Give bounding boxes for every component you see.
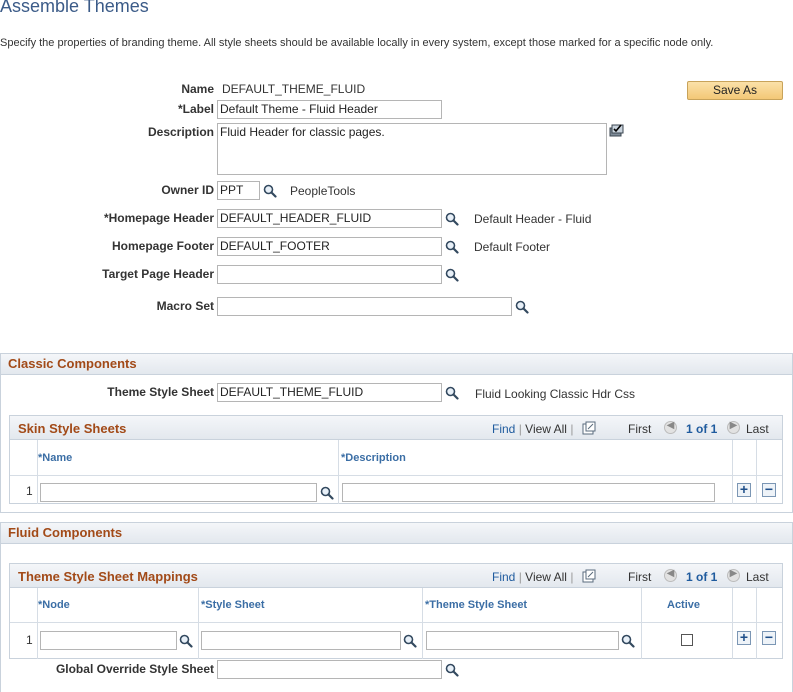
skin-col-description: *Description [341,452,406,464]
mappings-row-range: 1 of 1 [686,570,718,584]
homepage-header-input[interactable]: DEFAULT_HEADER_FLUID [217,209,442,228]
mappings-grid-header: Theme Style Sheet Mappings Find | View A… [10,564,782,588]
global-override-label: Global Override Style Sheet [55,662,214,676]
description-label: Description [147,125,214,139]
owner-id-description: PeopleTools [290,184,356,198]
name-value: DEFAULT_THEME_FLUID [222,82,366,96]
spell-check-icon[interactable] [608,122,624,138]
mappings-grid-title: Theme Style Sheet Mappings [18,569,198,584]
owner-id-input[interactable]: PPT [217,181,260,200]
mappings-view-all-link[interactable]: View All [525,570,567,584]
skin-grid-header: Skin Style Sheets Find | View All | Firs… [10,416,782,440]
homepage-footer-lookup-icon[interactable] [445,240,459,254]
page-title: Assemble Themes [0,0,149,16]
theme-style-sheet-mappings-grid: Theme Style Sheet Mappings Find | View A… [9,563,783,659]
mappings-col-node: *Node [38,599,70,611]
skin-first-label: First [628,422,652,436]
skin-find-link[interactable]: Find [492,422,515,436]
homepage-header-lookup-icon[interactable] [445,212,459,226]
skin-prev-icon[interactable]: ◀ [664,420,677,434]
node-input[interactable] [40,631,177,650]
skin-grid-zoom-icon[interactable] [582,421,596,435]
skin-last-label: Last [746,422,769,436]
theme-style-sheet-description: Fluid Looking Classic Hdr Css [475,387,636,401]
macro-set-input[interactable] [217,297,512,316]
target-page-header-lookup-icon[interactable] [445,268,459,282]
global-override-lookup-icon[interactable] [445,663,459,677]
homepage-header-label: *Homepage Header [103,211,214,225]
description-textarea[interactable]: Fluid Header for classic pages. [217,123,607,175]
mappings-first-label: First [628,570,652,584]
mappings-row-number: 1 [26,633,33,647]
mappings-find-link[interactable]: Find [492,570,515,584]
owner-id-lookup-icon[interactable] [263,184,277,198]
mappings-col-style-sheet: *Style Sheet [201,599,265,611]
label-input[interactable]: Default Theme - Fluid Header [217,100,442,119]
save-as-button[interactable]: Save As [687,81,783,100]
skin-col-name: *Name [38,452,73,464]
macro-set-label: Macro Set [156,299,214,313]
mappings-col-theme-style-sheet: *Theme Style Sheet [425,599,528,611]
theme-style-sheet-mapping-input[interactable] [426,631,619,650]
homepage-footer-label: Homepage Footer [111,239,214,253]
mappings-col-active: Active [667,599,701,611]
owner-id-label: Owner ID [161,183,214,197]
mappings-next-icon[interactable]: ▶ [727,568,740,582]
target-page-header-label: Target Page Header [102,267,214,281]
mappings-add-row-button[interactable]: + [737,630,751,645]
classic-components-section: Classic Components Theme Style Sheet DEF… [0,353,793,513]
theme-style-sheet-lookup-icon[interactable] [445,386,459,400]
global-override-input[interactable] [217,660,442,679]
skin-delete-row-button[interactable]: − [762,482,776,497]
skin-description-input[interactable] [342,483,715,502]
homepage-footer-description: Default Footer [474,240,551,254]
mappings-grid-zoom-icon[interactable] [582,569,596,583]
skin-grid-title: Skin Style Sheets [18,421,127,436]
skin-next-icon[interactable]: ▶ [727,420,740,434]
style-sheet-input[interactable] [201,631,401,650]
skin-name-input[interactable] [40,483,317,502]
mappings-delete-row-button[interactable]: − [762,630,776,645]
active-checkbox[interactable] [681,634,693,646]
skin-row-range: 1 of 1 [686,422,718,436]
skin-add-row-button[interactable]: + [737,482,751,497]
style-sheet-lookup-icon[interactable] [403,634,417,648]
skin-view-all-link[interactable]: View All [525,422,567,436]
theme-style-sheet-label: Theme Style Sheet [107,385,214,399]
skin-row-number: 1 [26,484,33,498]
classic-components-title: Classic Components [1,354,792,375]
skin-name-lookup-icon[interactable] [320,486,334,500]
theme-style-sheet-mapping-lookup-icon[interactable] [621,634,635,648]
mappings-last-label: Last [746,570,769,584]
skin-style-sheets-grid: Skin Style Sheets Find | View All | Firs… [9,415,783,504]
name-label: Name [181,82,214,96]
homepage-footer-input[interactable]: DEFAULT_FOOTER [217,237,442,256]
homepage-header-description: Default Header - Fluid [474,212,592,226]
mappings-prev-icon[interactable]: ◀ [664,568,677,582]
fluid-components-title: Fluid Components [1,523,792,544]
node-lookup-icon[interactable] [179,634,193,648]
macro-set-lookup-icon[interactable] [515,300,529,314]
theme-style-sheet-input[interactable]: DEFAULT_THEME_FLUID [217,383,442,402]
label-label: *Label [177,102,214,116]
fluid-components-section: Fluid Components Theme Style Sheet Mappi… [0,522,793,692]
page-instructions: Specify the properties of branding theme… [0,37,714,49]
target-page-header-input[interactable] [217,265,442,284]
